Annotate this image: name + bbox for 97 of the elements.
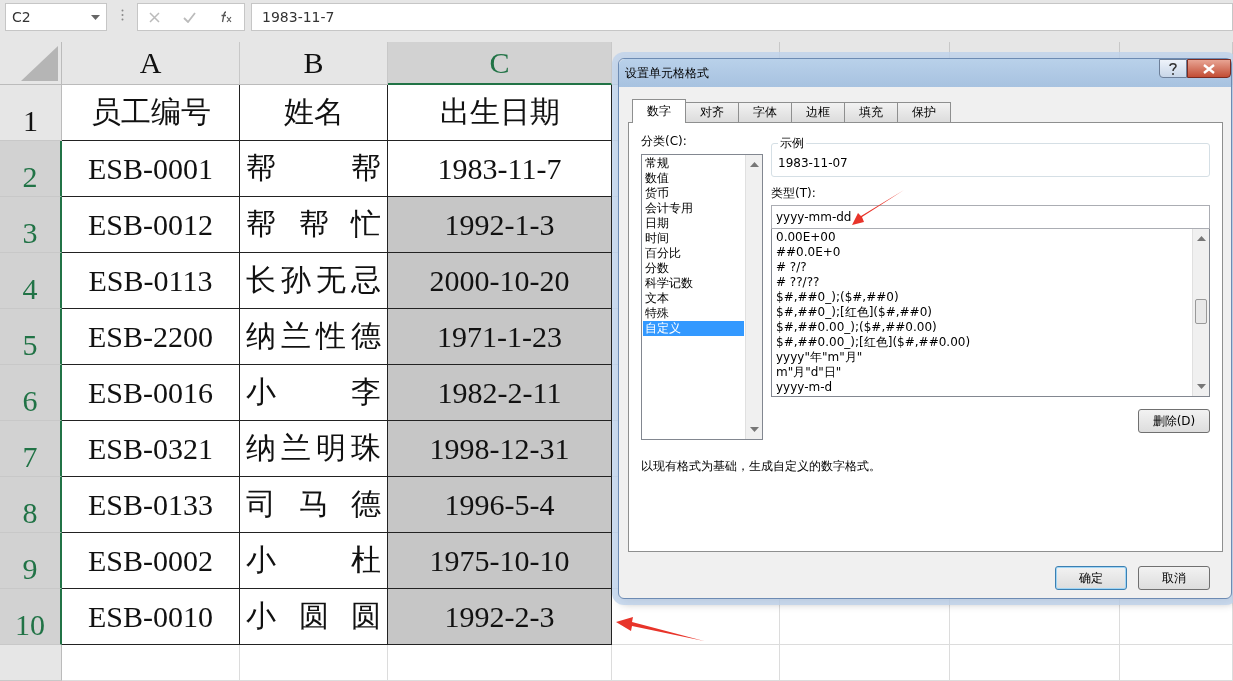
table-cell: 1992-1-3 (388, 197, 612, 253)
table-cell: 司马德 (240, 477, 388, 533)
description-text: 以现有格式为基础，生成自定义的数字格式。 (641, 458, 882, 475)
sample-label: 示例 (779, 135, 805, 152)
close-button[interactable] (1187, 59, 1231, 78)
cancel-button[interactable]: 取消 (1138, 566, 1210, 590)
table-cell: 1996-5-4 (388, 477, 612, 533)
table-cell: 1992-2-3 (388, 589, 612, 645)
table-cell: ESB-0012 (62, 197, 240, 253)
table-cell: 姓名 (240, 85, 388, 141)
row-header[interactable]: 7 (0, 421, 62, 477)
column-header[interactable]: B (240, 42, 388, 85)
category-item[interactable]: 百分比 (643, 246, 744, 261)
tab[interactable]: 填充 (844, 102, 898, 123)
category-label: 分类(C): (641, 133, 688, 150)
row-header[interactable]: 3 (0, 197, 62, 253)
table-cell: 纳兰明珠 (240, 421, 388, 477)
row-header[interactable]: 10 (0, 589, 62, 645)
table-cell: ESB-0133 (62, 477, 240, 533)
tab[interactable]: 边框 (791, 102, 845, 123)
row-header[interactable]: 9 (0, 533, 62, 589)
format-item[interactable]: $#,##0.00_);[红色]($#,##0.00) (773, 335, 1191, 350)
format-item[interactable]: m"月"d"日" (773, 365, 1191, 380)
delete-button[interactable]: 删除(D) (1138, 409, 1210, 433)
dialog-title: 设置单元格格式 (625, 64, 709, 82)
column-header[interactable]: C (388, 42, 612, 85)
scroll-down-icon[interactable] (750, 427, 759, 432)
format-item[interactable]: # ??/?? (773, 275, 1191, 290)
format-item[interactable]: $#,##0.00_);($#,##0.00) (773, 320, 1191, 335)
format-item[interactable]: $#,##0_);[红色]($#,##0) (773, 305, 1191, 320)
format-item[interactable]: $#,##0_);($#,##0) (773, 290, 1191, 305)
type-label: 类型(T): (771, 185, 817, 202)
scroll-down-icon[interactable] (1197, 384, 1206, 389)
help-button[interactable] (1159, 59, 1187, 78)
category-item[interactable]: 科学记数 (643, 276, 744, 291)
table-cell: 纳兰性德 (240, 309, 388, 365)
sample-value: 1983-11-07 (778, 156, 848, 170)
table-cell: ESB-0001 (62, 141, 240, 197)
table-cell: ESB-2200 (62, 309, 240, 365)
table-cell: ESB-0016 (62, 365, 240, 421)
category-item[interactable]: 数值 (643, 171, 744, 186)
tab[interactable]: 数字 (632, 99, 686, 123)
table-cell: 1983-11-7 (388, 141, 612, 197)
scrollbar[interactable] (745, 155, 762, 439)
category-item[interactable]: 分数 (643, 261, 744, 276)
dropdown-caret-icon[interactable] (91, 14, 100, 20)
format-item[interactable]: # ?/? (773, 260, 1191, 275)
category-item[interactable]: 会计专用 (643, 201, 744, 216)
table-cell: 1971-1-23 (388, 309, 612, 365)
ok-button[interactable]: 确定 (1055, 566, 1127, 590)
row-header[interactable]: 1 (0, 85, 62, 141)
grip-dots-icon (120, 9, 124, 21)
formula-field[interactable]: 1983-11-7 (251, 3, 1233, 31)
format-item[interactable]: 0.00E+00 (773, 230, 1191, 245)
tab[interactable]: 字体 (738, 102, 792, 123)
help-icon (1169, 62, 1177, 75)
format-item[interactable]: ##0.0E+0 (773, 245, 1191, 260)
table-cell: 1982-2-11 (388, 365, 612, 421)
name-box[interactable]: C2 (5, 3, 107, 31)
table-cell: ESB-0321 (62, 421, 240, 477)
tab[interactable]: 保护 (897, 102, 951, 123)
table-cell: 出生日期 (388, 85, 612, 141)
category-item[interactable]: 货币 (643, 186, 744, 201)
table-cell: 长孙无忌 (240, 253, 388, 309)
table-cell: 小圆圆 (240, 589, 388, 645)
table-cell: 帮帮 (240, 141, 388, 197)
scroll-thumb[interactable] (1195, 299, 1207, 324)
table-cell: 小杜 (240, 533, 388, 589)
table-cell: 员工编号 (62, 85, 240, 141)
category-item[interactable]: 文本 (643, 291, 744, 306)
scroll-up-icon[interactable] (750, 162, 759, 167)
scroll-up-icon[interactable] (1197, 236, 1206, 241)
category-item[interactable]: 日期 (643, 216, 744, 231)
category-item[interactable]: 时间 (643, 231, 744, 246)
row-header[interactable]: 5 (0, 309, 62, 365)
scrollbar[interactable] (1192, 229, 1209, 396)
row-header[interactable]: 8 (0, 477, 62, 533)
table-cell: ESB-0010 (62, 589, 240, 645)
type-input-field[interactable]: yyyy-mm-dd (771, 205, 1210, 229)
category-item[interactable]: 特殊 (643, 306, 744, 321)
table-cell: 1998-12-31 (388, 421, 612, 477)
table-cell: ESB-0002 (62, 533, 240, 589)
format-item[interactable]: yyyy-m-d (773, 380, 1191, 395)
row-header[interactable]: 4 (0, 253, 62, 309)
column-header[interactable]: A (62, 42, 240, 85)
row-header[interactable]: 6 (0, 365, 62, 421)
row-header[interactable]: 2 (0, 141, 62, 197)
table-cell: ESB-0113 (62, 253, 240, 309)
check-icon[interactable] (183, 11, 196, 23)
table-cell: 帮帮忙 (240, 197, 388, 253)
table-cell: 2000-10-20 (388, 253, 612, 309)
table-cell: 1975-10-10 (388, 533, 612, 589)
close-icon (1203, 63, 1215, 74)
format-item[interactable]: yyyy"年"m"月" (773, 350, 1191, 365)
category-item[interactable]: 常规 (643, 156, 744, 171)
tab[interactable]: 对齐 (685, 102, 739, 123)
table-cell: 小李 (240, 365, 388, 421)
